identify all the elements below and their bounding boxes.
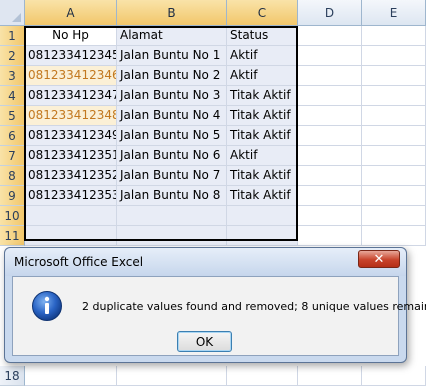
cell-c10[interactable] (227, 206, 298, 226)
column-header-d[interactable]: D (298, 0, 362, 26)
dialog-body: 2 duplicate values found and removed; 8 … (12, 276, 426, 356)
column-header-e[interactable]: E (362, 0, 426, 26)
cell-b18[interactable] (117, 366, 227, 386)
cell-b3[interactable]: Jalan Buntu No 2 (117, 66, 227, 86)
cell-e10[interactable] (362, 206, 426, 226)
cell-d10[interactable] (298, 206, 362, 226)
cell-b8[interactable]: Jalan Buntu No 7 (117, 166, 227, 186)
row-header-8[interactable]: 8 (0, 166, 25, 186)
cell-a10[interactable] (25, 206, 117, 226)
cell-b1[interactable]: Alamat (117, 26, 227, 46)
cell-e6[interactable] (362, 126, 426, 146)
cell-c11[interactable] (227, 226, 298, 246)
cell-d8[interactable] (298, 166, 362, 186)
cell-a5[interactable]: 081233412348 (25, 106, 117, 126)
cell-a3[interactable]: 081233412346 (25, 66, 117, 86)
cell-d6[interactable] (298, 126, 362, 146)
row-header-3[interactable]: 3 (0, 66, 25, 86)
cell-a8[interactable]: 081233412352 (25, 166, 117, 186)
cell-e11[interactable] (362, 226, 426, 246)
cell-c8[interactable]: Titak Aktif (227, 166, 298, 186)
cell-e7[interactable] (362, 146, 426, 166)
cell-b10[interactable] (117, 206, 227, 226)
close-button[interactable]: ✕ (358, 250, 400, 268)
cell-c18[interactable] (227, 366, 298, 386)
cell-c4[interactable]: Titak Aktif (227, 86, 298, 106)
cell-e3[interactable] (362, 66, 426, 86)
cell-b11[interactable] (117, 226, 227, 246)
row-header-5[interactable]: 5 (0, 106, 25, 126)
cell-c2[interactable]: Aktif (227, 46, 298, 66)
cell-e4[interactable] (362, 86, 426, 106)
info-icon (32, 291, 62, 321)
cell-a4[interactable]: 081233412347 (25, 86, 117, 106)
cell-c9[interactable]: Titak Aktif (227, 186, 298, 206)
cell-d3[interactable] (298, 66, 362, 86)
column-header-a[interactable]: A (25, 0, 117, 26)
cell-a11[interactable] (25, 226, 117, 246)
cell-d5[interactable] (298, 106, 362, 126)
cell-c6[interactable]: Titak Aktif (227, 126, 298, 146)
row-header-6[interactable]: 6 (0, 126, 25, 146)
cell-d4[interactable] (298, 86, 362, 106)
cell-d9[interactable] (298, 186, 362, 206)
cell-e9[interactable] (362, 186, 426, 206)
row-header-4[interactable]: 4 (0, 86, 25, 106)
row-header-9[interactable]: 9 (0, 186, 25, 206)
cell-c7[interactable]: Aktif (227, 146, 298, 166)
cell-d7[interactable] (298, 146, 362, 166)
cell-b6[interactable]: Jalan Buntu No 5 (117, 126, 227, 146)
row-header-2[interactable]: 2 (0, 46, 25, 66)
cell-c3[interactable]: Aktif (227, 66, 298, 86)
cell-b2[interactable]: Jalan Buntu No 1 (117, 46, 227, 66)
dialog-titlebar[interactable]: Microsoft Office Excel ✕ (5, 248, 406, 276)
cell-b5[interactable]: Jalan Buntu No 4 (117, 106, 227, 126)
row-header-11[interactable]: 11 (0, 226, 25, 246)
cell-a2[interactable]: 081233412345 (25, 46, 117, 66)
column-header-b[interactable]: B (117, 0, 227, 26)
cell-a1[interactable]: No Hp (25, 26, 117, 46)
cell-a18[interactable] (25, 366, 117, 386)
dialog-title: Microsoft Office Excel (14, 255, 144, 269)
message-dialog: Microsoft Office Excel ✕ 2 duplicate val… (4, 247, 426, 363)
row-header-18[interactable]: 18 (0, 366, 25, 386)
select-all-corner[interactable] (0, 0, 25, 26)
cell-d2[interactable] (298, 46, 362, 66)
ok-button[interactable]: OK (177, 331, 232, 352)
row-header-10[interactable]: 10 (0, 206, 25, 226)
cell-e5[interactable] (362, 106, 426, 126)
column-header-c[interactable]: C (227, 0, 298, 26)
cell-c1[interactable]: Status (227, 26, 298, 46)
cell-b4[interactable]: Jalan Buntu No 3 (117, 86, 227, 106)
cell-a9[interactable]: 081233412353 (25, 186, 117, 206)
cell-c5[interactable]: Titak Aktif (227, 106, 298, 126)
cell-e18[interactable] (362, 366, 426, 386)
cell-b7[interactable]: Jalan Buntu No 6 (117, 146, 227, 166)
cell-d11[interactable] (298, 226, 362, 246)
cell-a7[interactable]: 081233412351 (25, 146, 117, 166)
cell-d18[interactable] (298, 366, 362, 386)
cell-d1[interactable] (298, 26, 362, 46)
row-header-7[interactable]: 7 (0, 146, 25, 166)
dialog-message: 2 duplicate values found and removed; 8 … (82, 300, 426, 313)
cell-b9[interactable]: Jalan Buntu No 8 (117, 186, 227, 206)
cell-e8[interactable] (362, 166, 426, 186)
cell-e1[interactable] (362, 26, 426, 46)
cell-a6[interactable]: 081233412349 (25, 126, 117, 146)
cell-e2[interactable] (362, 46, 426, 66)
row-header-1[interactable]: 1 (0, 26, 25, 46)
